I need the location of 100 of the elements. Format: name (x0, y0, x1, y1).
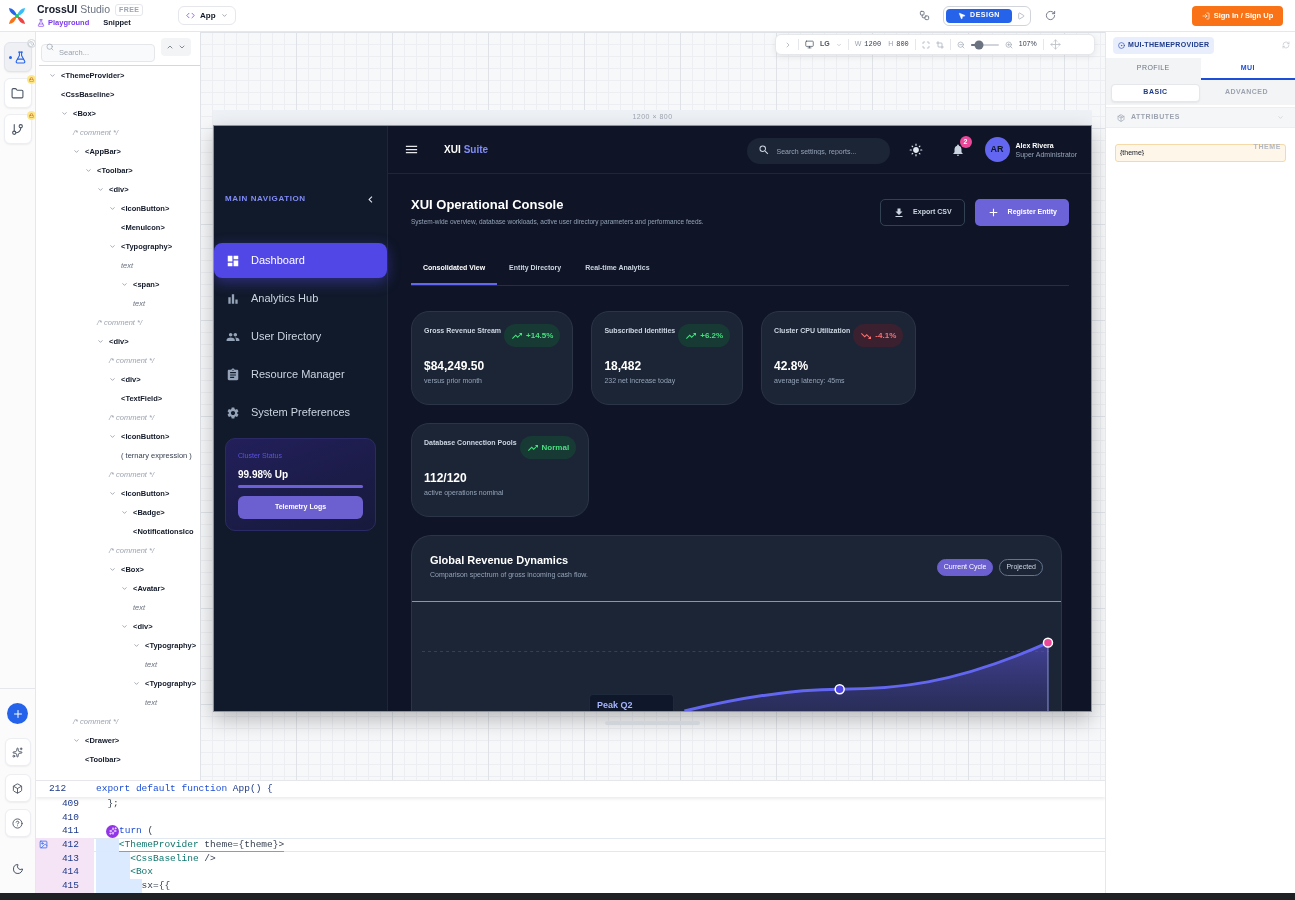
chevron-icon[interactable] (97, 338, 104, 345)
brand-name: CrossUI (37, 3, 78, 16)
chevron-icon[interactable] (1277, 114, 1284, 121)
nav-item[interactable]: Analytics Hub (214, 281, 387, 316)
refresh-icon[interactable] (1045, 10, 1056, 21)
folder-icon (11, 86, 24, 100)
line-number: 410 (60, 810, 80, 825)
clipboard-icon (226, 367, 240, 382)
rail-button[interactable] (3, 42, 32, 72)
bar-chart-icon (226, 291, 240, 306)
sun-icon[interactable] (908, 142, 923, 157)
chevron-icon[interactable] (109, 566, 116, 573)
flask-icon (37, 19, 45, 27)
chevron-icon[interactable] (121, 281, 128, 288)
play-icon (1017, 11, 1025, 20)
chevron-icon[interactable] (73, 737, 80, 744)
line-number: 409 (60, 797, 80, 811)
caret-icon (220, 12, 228, 19)
code-line: }; (107, 797, 119, 811)
flask-icon (13, 50, 27, 64)
chevron-icon[interactable] (109, 376, 116, 383)
add-button[interactable] (7, 703, 28, 724)
code-line: <Box (130, 865, 153, 880)
refresh-icon[interactable] (1282, 41, 1290, 49)
page-title: XUI Operational Console (411, 197, 564, 213)
chevron-icon[interactable] (121, 509, 128, 516)
plus-icon (11, 707, 24, 720)
code-icon (186, 11, 195, 20)
chevron-icon[interactable] (133, 680, 140, 687)
help-button[interactable] (4, 809, 31, 837)
fullscreen-icon[interactable] (921, 40, 930, 49)
search-icon (46, 43, 54, 51)
chevron-icon[interactable] (121, 623, 128, 630)
rail-button[interactable] (3, 114, 32, 144)
nodes-icon[interactable] (919, 10, 930, 21)
trend-change: +6.2% (700, 329, 724, 342)
metric-value: 112/120 (424, 471, 467, 485)
expand-icon[interactable] (784, 40, 792, 49)
nav-item[interactable]: Resource Manager (214, 357, 387, 392)
cursor-icon (958, 11, 967, 20)
sparkle-icon (12, 746, 23, 758)
chevron-icon[interactable] (109, 243, 116, 250)
nav-item[interactable]: User Directory (214, 319, 387, 354)
chevron-icon[interactable] (109, 433, 116, 440)
app-logo (8, 6, 26, 25)
app-brand-accent: Suite (463, 143, 489, 157)
chart-title: Global Revenue Dynamics (430, 553, 569, 567)
code-line: <CssBaseline /> (130, 851, 216, 866)
code-line: sx={{ (141, 879, 171, 893)
dashboard-icon (226, 253, 240, 268)
selection-highlight (96, 879, 142, 893)
ai-assist-icon[interactable] (106, 824, 119, 838)
slider-thumb[interactable] (974, 40, 984, 49)
monitor-icon[interactable] (805, 40, 814, 49)
move-icon[interactable] (1049, 39, 1061, 50)
user-avatar[interactable]: AR (984, 137, 1010, 162)
caret-icon[interactable] (835, 41, 842, 48)
code-line: export default function App() { (96, 782, 273, 794)
metric-value: 42.8% (774, 359, 809, 373)
trend-change: Normal (541, 441, 570, 454)
zoom-out-icon[interactable] (956, 40, 965, 49)
line-number: 413 (60, 851, 80, 866)
zoom-slider[interactable] (970, 43, 999, 46)
chevron-up-icon[interactable] (166, 43, 174, 51)
chevron-icon[interactable] (121, 585, 128, 592)
app-brand: XUI (444, 143, 461, 157)
line-number: 415 (60, 879, 80, 893)
chevron-icon[interactable] (61, 110, 68, 117)
line-number: 414 (60, 865, 80, 880)
chevron-icon[interactable] (85, 167, 92, 174)
chevron-down-icon[interactable] (178, 43, 186, 51)
metric-value: $84,249.50 (424, 359, 485, 373)
nav-item[interactable]: Dashboard (214, 243, 387, 278)
crop-icon[interactable] (935, 40, 944, 49)
nav-item[interactable]: System Preferences (214, 395, 387, 430)
zoom-in-icon[interactable] (1004, 40, 1013, 49)
chevron-icon[interactable] (97, 186, 104, 193)
chevron-icon[interactable] (109, 205, 116, 212)
component-icon (1118, 41, 1125, 49)
help-icon (12, 817, 23, 829)
chevron-icon[interactable] (49, 72, 56, 79)
bell-icon[interactable] (950, 142, 965, 157)
code-line: turn ( (119, 824, 154, 839)
nav-heading: MAIN NAVIGATION (225, 193, 306, 205)
package-icon (1117, 113, 1125, 122)
login-icon (1201, 11, 1210, 20)
code-line: <ThemeProvider theme={theme}> (118, 837, 285, 853)
components-button[interactable] (4, 774, 31, 802)
file-dropdown[interactable]: App (178, 6, 236, 25)
chevron-icon[interactable] (73, 148, 80, 155)
moon-icon[interactable] (11, 863, 24, 875)
branch-icon (11, 122, 24, 136)
ai-button[interactable] (4, 738, 31, 766)
status-value: 99.98% Up (238, 469, 290, 481)
line-number: 411 (60, 824, 80, 839)
brand-suffix: Studio (80, 3, 111, 16)
download-icon (893, 206, 906, 219)
chevron-icon[interactable] (133, 642, 140, 649)
chevron-icon[interactable] (109, 490, 116, 497)
rail-button[interactable] (3, 78, 32, 108)
